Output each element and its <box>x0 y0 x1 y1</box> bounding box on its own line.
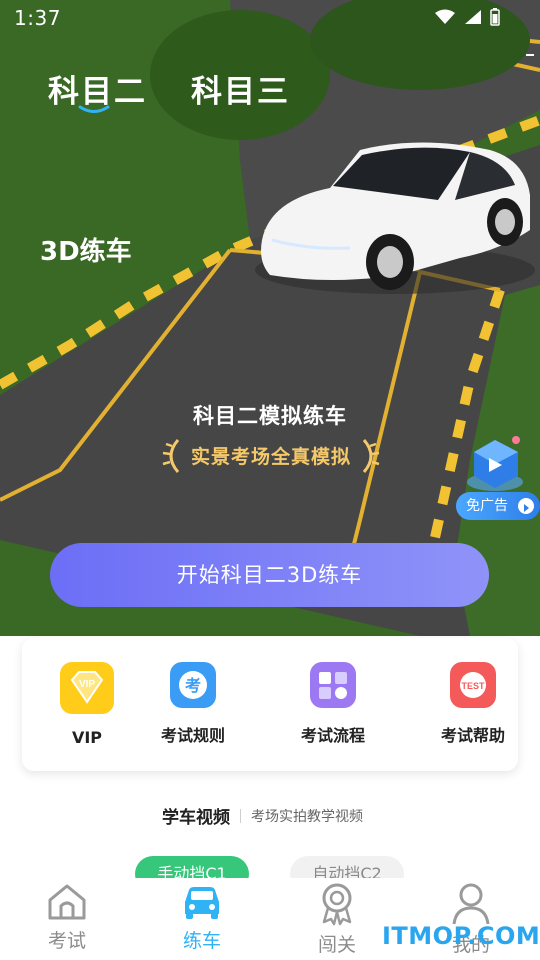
sim-subtitle-wreath: 实景考场全真模拟 <box>160 438 382 474</box>
divider <box>240 808 241 823</box>
shortcut-process[interactable]: 考试流程 <box>278 662 388 746</box>
rules-icon: 考 <box>170 662 216 708</box>
no-ads-button[interactable]: 免广告 <box>452 432 540 528</box>
sim-title: 科目二模拟练车 <box>193 404 347 428</box>
profile-icon <box>452 883 490 925</box>
svg-text:VIP: VIP <box>79 679 95 690</box>
vip-icon: VIP <box>60 662 114 714</box>
shortcut-label: 考试流程 <box>300 726 365 745</box>
video-box-icon <box>467 436 523 491</box>
video-section-title: 学车视频 <box>162 808 230 828</box>
status-time: 1:37 <box>14 6 61 30</box>
status-bar: 1:37 <box>0 0 540 36</box>
shortcut-card: VIP VIP 考 考试规则 考试流程 TEST 考试帮助 <box>22 638 518 771</box>
hero-banner: 1:37 科目二 科目三 3D练车 科目二模拟练车 实景考场全真模拟 免广告 开… <box>0 0 540 636</box>
home-icon <box>48 884 86 920</box>
nav-challenge[interactable]: 闯关 <box>292 882 382 957</box>
tab-subject-three[interactable]: 科目三 <box>191 66 290 111</box>
test-help-icon: TEST <box>450 662 496 708</box>
active-tab-indicator <box>78 105 110 113</box>
shortcut-label: VIP <box>71 728 103 747</box>
sim-subtitle: 实景考场全真模拟 <box>190 446 351 468</box>
arrow-right-icon <box>518 498 534 514</box>
nav-exam[interactable]: 考试 <box>22 882 112 953</box>
svg-text:TEST: TEST <box>461 681 485 691</box>
watermark: ITMOP.COM <box>382 922 540 950</box>
shortcut-rules[interactable]: 考 考试规则 <box>138 662 248 746</box>
signal-icon <box>465 10 481 24</box>
laurel-right-icon <box>362 439 380 473</box>
shortcut-vip[interactable]: VIP VIP <box>32 662 142 747</box>
battery-icon <box>490 8 500 26</box>
video-section-subtitle: 考场实拍教学视频 <box>251 808 363 825</box>
video-section-header: 学车视频 考场实拍教学视频 <box>162 803 363 828</box>
nav-label: 闯关 <box>317 934 356 956</box>
nav-practice[interactable]: 练车 <box>157 882 247 953</box>
badge-icon <box>322 883 352 926</box>
shortcut-label: 考试帮助 <box>440 726 505 745</box>
no-ads-pill: 免广告 <box>456 492 540 520</box>
wifi-icon <box>435 9 455 24</box>
no-ads-label: 免广告 <box>466 498 508 514</box>
start-practice-button[interactable]: 开始科目二3D练车 <box>50 543 489 607</box>
nav-label: 考试 <box>47 930 86 952</box>
svg-text:考: 考 <box>185 676 201 695</box>
shortcut-label: 考试规则 <box>160 726 225 745</box>
shortcut-help[interactable]: TEST 考试帮助 <box>418 662 528 746</box>
nav-label: 练车 <box>182 930 221 952</box>
mode-label: 3D练车 <box>40 237 132 267</box>
car-icon <box>185 887 219 919</box>
status-icons <box>434 8 500 26</box>
process-icon <box>310 662 356 708</box>
